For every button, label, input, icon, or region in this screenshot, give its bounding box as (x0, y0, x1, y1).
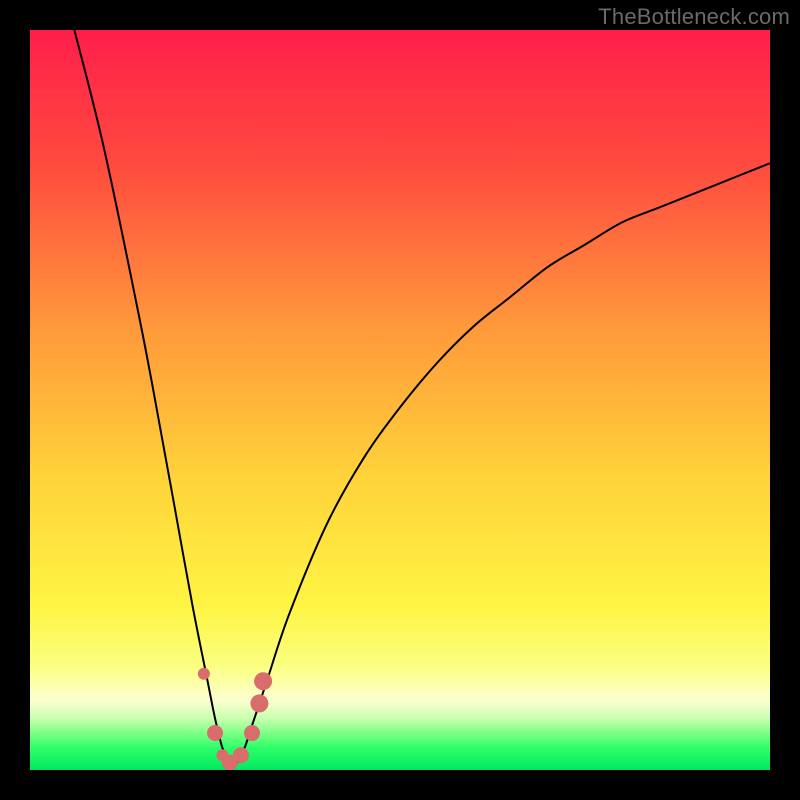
plot-area (30, 30, 770, 770)
marker-group (198, 668, 272, 770)
curve-layer (30, 30, 770, 770)
curve-marker (233, 747, 249, 763)
curve-marker (250, 694, 268, 712)
curve-marker (254, 672, 272, 690)
curve-marker (244, 725, 260, 741)
bottleneck-curve (74, 30, 770, 764)
curve-marker (207, 725, 223, 741)
chart-frame: TheBottleneck.com (0, 0, 800, 800)
curve-marker (198, 668, 210, 680)
watermark-label: TheBottleneck.com (598, 4, 790, 30)
